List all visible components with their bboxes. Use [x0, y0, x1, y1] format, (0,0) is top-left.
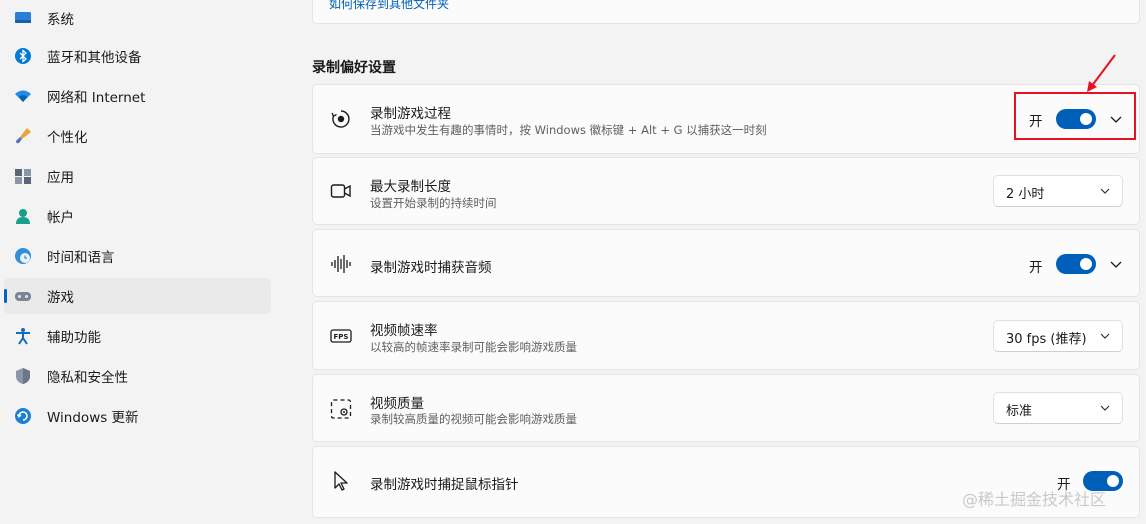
annotation-highlight-box	[1014, 92, 1136, 140]
record-icon	[330, 108, 352, 130]
person-icon	[14, 207, 32, 225]
capture-audio-card: 录制游戏时捕获音频 开	[312, 229, 1140, 297]
svg-text:FPS: FPS	[334, 333, 349, 341]
sidebar-item-label: 帐户	[47, 210, 74, 226]
chevron-down-icon[interactable]	[1108, 256, 1124, 272]
section-title: 录制偏好设置	[312, 60, 396, 76]
dropdown-value: 2 小时	[1006, 187, 1045, 202]
dropdown-value: 30 fps (推荐)	[1006, 332, 1087, 347]
clock-globe-icon	[14, 247, 32, 265]
sidebar-item-time-language[interactable]: 时间和语言	[4, 238, 271, 274]
video-camera-icon	[330, 180, 352, 202]
sidebar-item-label: 个性化	[47, 130, 88, 146]
sidebar-item-accounts[interactable]: 帐户	[4, 198, 271, 234]
video-quality-card: 视频质量 录制较高质量的视频可能会影响游戏质量 标准	[312, 374, 1140, 442]
update-icon	[14, 407, 32, 425]
frame-rate-card: FPS 视频帧速率 以较高的帧速率录制可能会影响游戏质量 30 fps (推荐)	[312, 301, 1140, 370]
brush-icon	[14, 127, 32, 145]
sidebar-item-label: 系统	[47, 12, 74, 28]
setting-description: 以较高的帧速率录制可能会影响游戏质量	[370, 340, 577, 354]
sidebar-item-label: 游戏	[47, 290, 74, 306]
sidebar: 系统 蓝牙和其他设备 网络和 Internet 个性化 应用 帐户 时间和语言 …	[0, 0, 280, 524]
toggle-knob	[1107, 475, 1119, 487]
gamepad-icon	[14, 287, 32, 305]
sidebar-item-accessibility[interactable]: 辅助功能	[4, 318, 271, 354]
shield-icon	[14, 367, 32, 385]
annotation-arrow-icon	[1087, 54, 1116, 92]
sidebar-item-network[interactable]: 网络和 Internet	[4, 78, 271, 114]
sidebar-item-system[interactable]: 系统	[4, 0, 271, 36]
sidebar-item-apps[interactable]: 应用	[4, 158, 271, 194]
chevron-down-icon	[1100, 188, 1110, 194]
chevron-down-icon	[1100, 333, 1110, 339]
setting-title: 视频质量	[370, 396, 424, 412]
frame-rate-dropdown[interactable]: 30 fps (推荐)	[993, 320, 1123, 352]
wifi-icon	[14, 87, 32, 105]
sidebar-item-label: 隐私和安全性	[47, 370, 128, 386]
apps-icon	[14, 167, 32, 185]
fps-icon: FPS	[330, 325, 352, 347]
sidebar-item-label: 网络和 Internet	[47, 90, 146, 106]
toggle-knob	[1080, 258, 1092, 270]
active-indicator	[4, 289, 7, 303]
max-length-card: 最大录制长度 设置开始录制的持续时间 2 小时	[312, 157, 1140, 225]
setting-description: 当游戏中发生有趣的事情时，按 Windows 徽标键 + Alt + G 以捕获…	[370, 123, 767, 137]
cursor-icon	[330, 470, 352, 492]
video-quality-icon	[330, 398, 352, 420]
capture-audio-toggle[interactable]	[1056, 254, 1096, 274]
setting-description: 设置开始录制的持续时间	[370, 196, 497, 210]
max-length-dropdown[interactable]: 2 小时	[993, 175, 1123, 207]
sidebar-item-bluetooth[interactable]: 蓝牙和其他设备	[4, 38, 271, 74]
toggle-state-label: 开	[1029, 260, 1043, 276]
setting-title: 录制游戏时捕获音频	[370, 260, 492, 276]
setting-description: 录制较高质量的视频可能会影响游戏质量	[370, 412, 577, 426]
sidebar-item-label: 辅助功能	[47, 330, 101, 346]
watermark: @稀土掘金技术社区	[962, 490, 1107, 509]
accessibility-icon	[14, 327, 32, 345]
sidebar-item-personalization[interactable]: 个性化	[4, 118, 271, 154]
audio-wave-icon	[330, 253, 352, 275]
save-location-card: 如何保存到其他文件夹	[312, 0, 1140, 24]
sidebar-item-label: Windows 更新	[47, 410, 139, 426]
setting-title: 视频帧速率	[370, 323, 438, 339]
setting-title: 录制游戏时捕捉鼠标指针	[370, 477, 519, 493]
save-location-link[interactable]: 如何保存到其他文件夹	[329, 0, 449, 12]
sidebar-item-label: 蓝牙和其他设备	[47, 50, 142, 66]
sidebar-item-windows-update[interactable]: Windows 更新	[4, 398, 271, 434]
bluetooth-icon	[14, 47, 32, 65]
setting-title: 最大录制长度	[370, 179, 451, 195]
sidebar-item-label: 应用	[47, 170, 74, 186]
chevron-down-icon	[1100, 405, 1110, 411]
dropdown-value: 标准	[1006, 404, 1033, 419]
setting-title: 录制游戏过程	[370, 106, 451, 122]
video-quality-dropdown[interactable]: 标准	[993, 392, 1123, 424]
sidebar-item-privacy[interactable]: 隐私和安全性	[4, 358, 271, 394]
sidebar-item-label: 时间和语言	[47, 250, 115, 266]
sidebar-item-gaming[interactable]: 游戏	[4, 278, 271, 314]
monitor-icon	[14, 9, 32, 27]
